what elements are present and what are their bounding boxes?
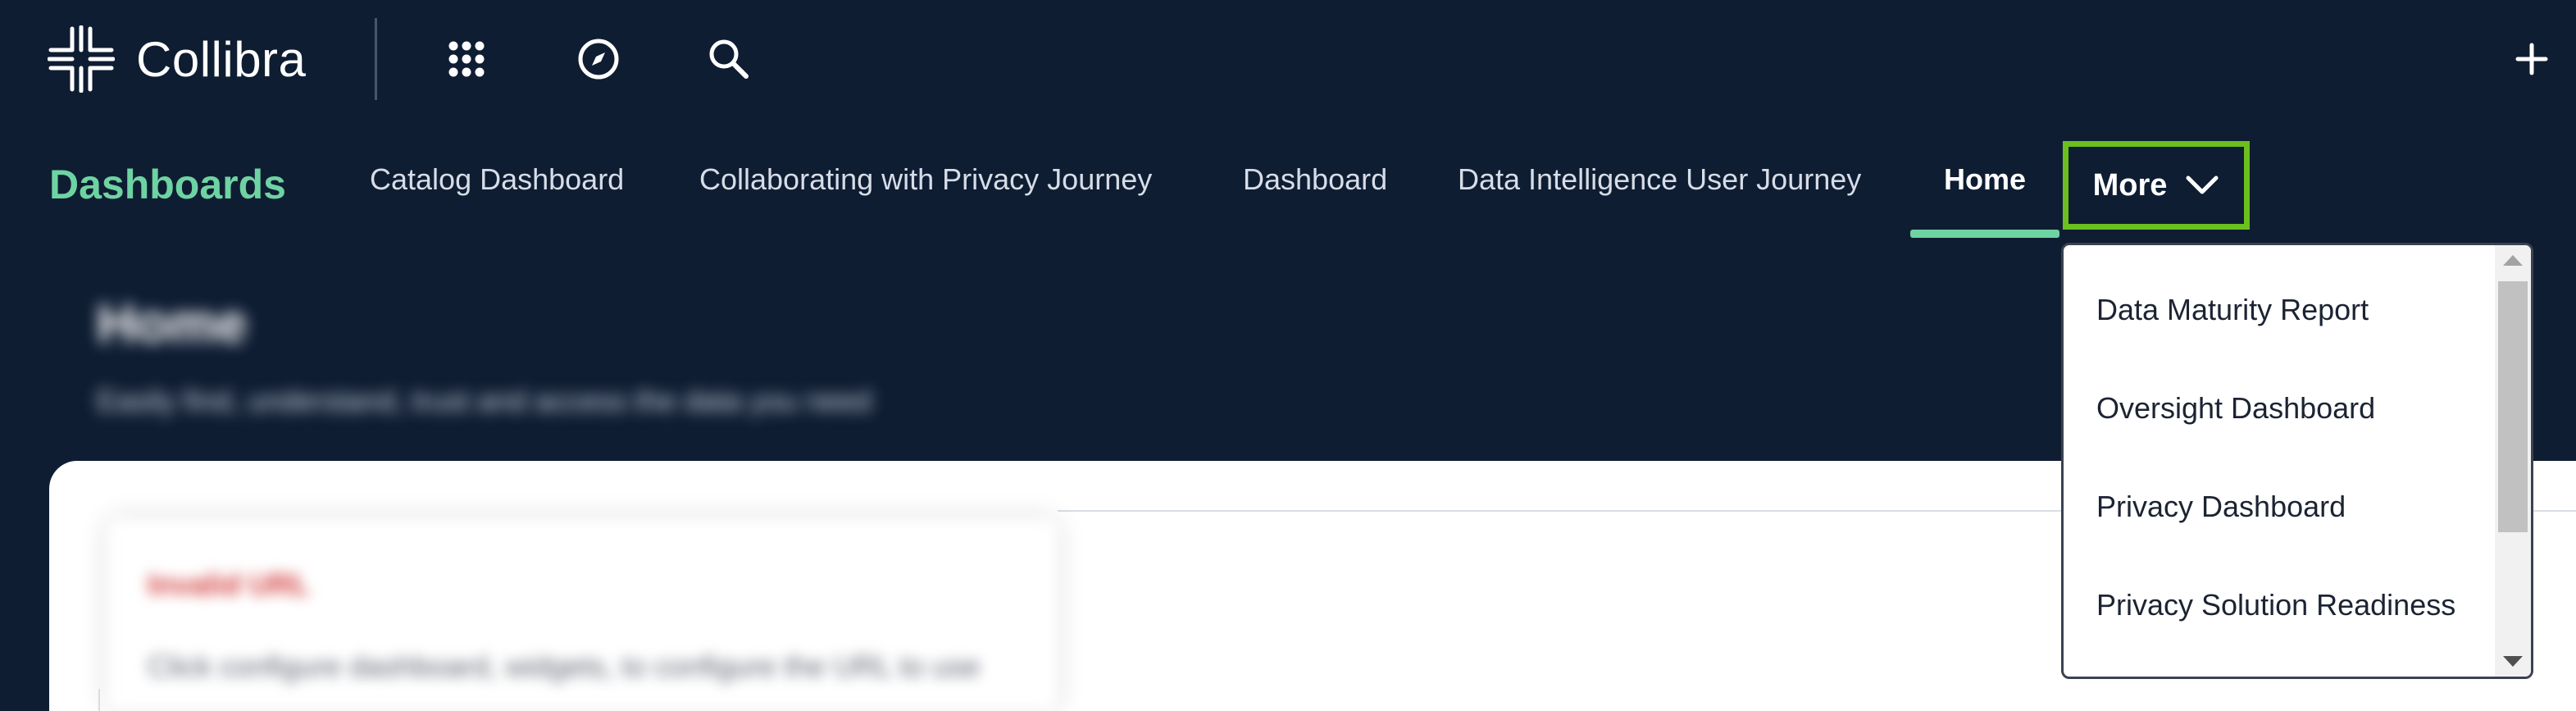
panel-edge-line bbox=[98, 689, 100, 711]
tab-home[interactable]: Home bbox=[1944, 162, 2026, 197]
scroll-down-arrow-icon[interactable] bbox=[2503, 656, 2523, 667]
search-icon[interactable] bbox=[701, 31, 757, 87]
dashboard-widget[interactable]: Invalid URL Click configure dashboard, w… bbox=[107, 518, 1058, 711]
collibra-logo-icon bbox=[48, 25, 115, 93]
tab-dashboard[interactable]: Dashboard bbox=[1243, 162, 1387, 197]
more-tabs-button[interactable]: More bbox=[2063, 141, 2250, 230]
dropdown-item-oversight-dashboard[interactable]: Oversight Dashboard bbox=[2096, 391, 2375, 426]
dropdown-scrollbar[interactable] bbox=[2495, 245, 2531, 677]
collibra-logo[interactable]: Collibra bbox=[48, 25, 306, 93]
widget-error-title: Invalid URL bbox=[148, 567, 311, 601]
more-label: More bbox=[2092, 167, 2168, 203]
dropdown-item-privacy-dashboard[interactable]: Privacy Dashboard bbox=[2096, 490, 2346, 524]
tab-catalog-dashboard[interactable]: Catalog Dashboard bbox=[370, 162, 624, 197]
dropdown-item-data-maturity-report[interactable]: Data Maturity Report bbox=[2096, 293, 2369, 327]
top-bar: Collibra bbox=[0, 0, 2576, 120]
scroll-up-arrow-icon[interactable] bbox=[2503, 255, 2523, 266]
apps-grid-icon[interactable] bbox=[439, 31, 494, 87]
scrollbar-thumb[interactable] bbox=[2498, 281, 2528, 532]
brand-name: Collibra bbox=[136, 31, 307, 87]
section-title-dashboards: Dashboards bbox=[49, 162, 286, 207]
page-title: Home bbox=[97, 293, 248, 353]
tab-data-intelligence-user-journey[interactable]: Data Intelligence User Journey bbox=[1458, 162, 1861, 197]
more-dropdown-menu: Data Maturity Report Oversight Dashboard… bbox=[2061, 243, 2533, 679]
widget-description: Click configure dashboard, widgets, to c… bbox=[148, 649, 981, 683]
plus-icon[interactable] bbox=[2504, 31, 2560, 87]
chevron-down-icon bbox=[2186, 175, 2219, 194]
dropdown-item-privacy-solution-readiness[interactable]: Privacy Solution Readiness bbox=[2096, 588, 2455, 622]
page-subtitle: Easily find, understand, trust and acces… bbox=[97, 384, 872, 417]
tab-collaborating-with-privacy-journey[interactable]: Collaborating with Privacy Journey bbox=[699, 162, 1152, 197]
active-tab-indicator bbox=[1910, 230, 2059, 238]
header-divider bbox=[375, 18, 377, 100]
page-header: Home Easily find, understand, trust and … bbox=[69, 279, 1058, 467]
compass-icon[interactable] bbox=[571, 31, 626, 87]
